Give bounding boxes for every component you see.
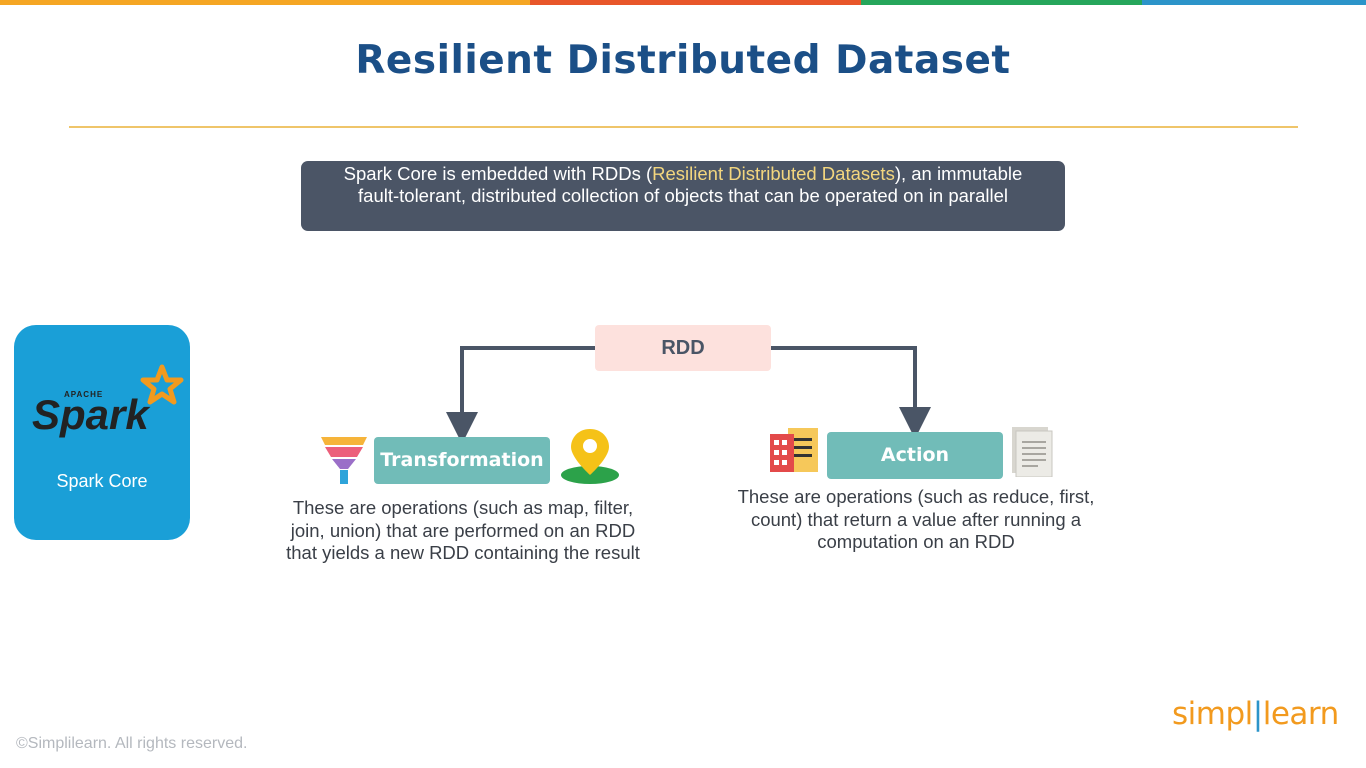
copyright-notice: ©Simplilearn. All rights reserved.: [16, 735, 248, 752]
spreadsheet-icon: [770, 428, 818, 472]
map-pin-icon: [561, 429, 619, 484]
transformation-description: These are operations (such as map, filte…: [286, 497, 640, 563]
brand-left: simpl: [1172, 696, 1253, 732]
action-description: These are operations (such as reduce, fi…: [737, 486, 1095, 552]
rdd-node: RDD: [595, 325, 771, 371]
brand-right: learn: [1262, 696, 1340, 732]
simplilearn-logo: simpl|learn: [1172, 696, 1339, 732]
arrow-to-transformation: [446, 346, 595, 444]
transformation-node: Transformation: [374, 437, 550, 484]
document-icon: [1012, 427, 1053, 477]
arrow-to-action: [771, 346, 931, 439]
action-node: Action: [827, 432, 1003, 479]
funnel-icon: [321, 437, 367, 484]
brand-separator: |: [1252, 696, 1263, 732]
diagram-connectors: [446, 346, 931, 444]
